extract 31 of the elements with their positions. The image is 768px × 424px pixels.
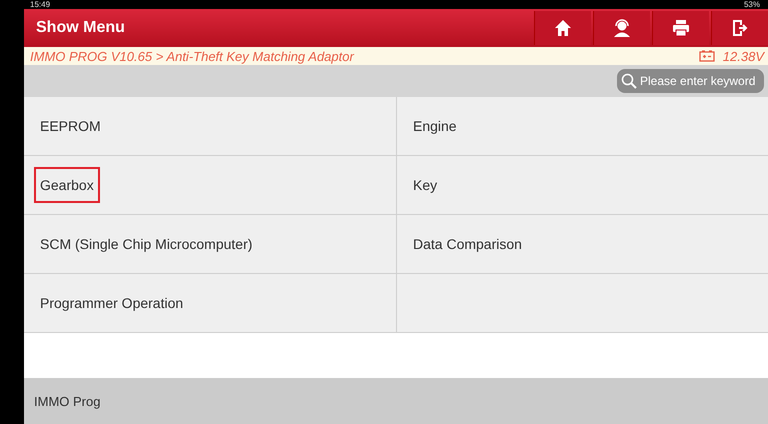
footer-label: IMMO Prog (34, 394, 100, 408)
window-title: Show Menu (35, 19, 126, 37)
battery-icon (698, 50, 715, 62)
menu-item[interactable]: EEPROM (24, 97, 396, 155)
battery-percent: 53% (744, 0, 760, 9)
highlighted-menu-label: Gearbox (34, 167, 100, 203)
exit-button[interactable] (711, 11, 768, 45)
menu-item[interactable]: Programmer Operation (24, 274, 396, 332)
menu-label: Key (413, 177, 438, 193)
menu-label: Programmer Operation (40, 295, 184, 311)
search-icon (621, 73, 637, 89)
search-field[interactable]: Please enter keyword (617, 69, 764, 93)
support-button[interactable] (593, 11, 650, 45)
exit-door-icon (731, 19, 749, 37)
home-button[interactable] (534, 11, 591, 45)
headset-person-icon (612, 19, 632, 37)
menu-label: SCM (Single Chip Microcomputer) (40, 236, 252, 252)
menu-label: Engine (413, 118, 457, 134)
menu-item[interactable]: Engine (397, 97, 768, 155)
printer-icon (672, 19, 690, 37)
status-time: 15:49 (30, 0, 50, 9)
menu-item[interactable]: Key (397, 156, 768, 214)
home-icon (554, 19, 572, 37)
menu-label: EEPROM (40, 118, 101, 134)
breadcrumb-path: IMMO PROG V10.65 > Anti-Theft Key Matching Adaptor (30, 48, 354, 64)
menu-item[interactable]: Data Comparison (397, 215, 768, 273)
menu-item[interactable]: Gearbox (24, 156, 396, 214)
voltage-reading: 12.38V (722, 48, 764, 64)
menu-label: Data Comparison (413, 236, 522, 252)
print-button[interactable] (652, 11, 709, 45)
menu-item[interactable]: SCM (Single Chip Microcomputer) (24, 215, 396, 273)
